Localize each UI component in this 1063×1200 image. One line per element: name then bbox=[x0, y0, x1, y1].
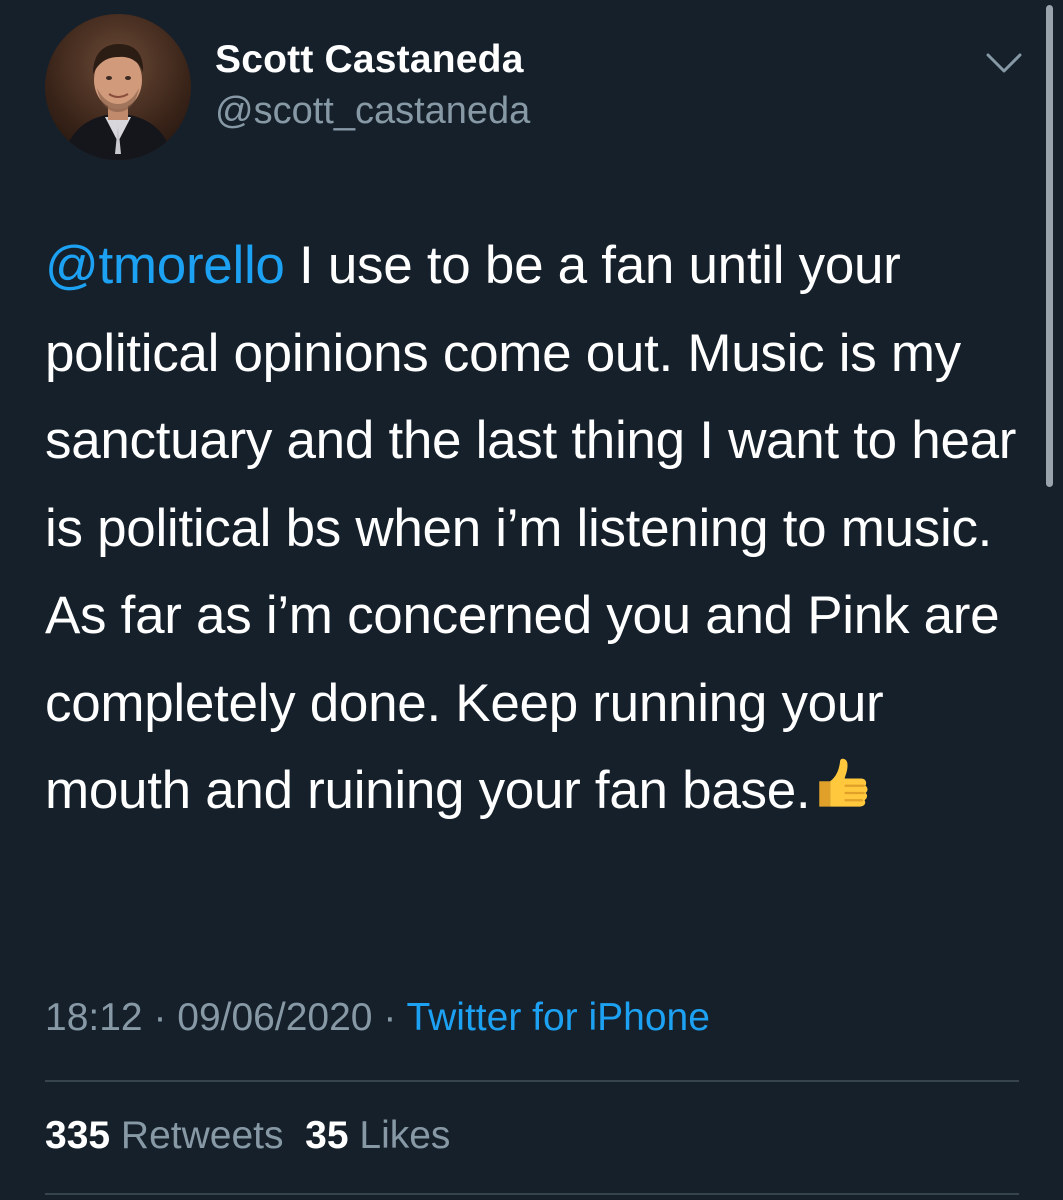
meta-separator: · bbox=[142, 996, 178, 1039]
likes-stat[interactable]: 35 Likes bbox=[305, 1114, 450, 1157]
tweet-source-link[interactable]: Twitter for iPhone bbox=[406, 996, 709, 1039]
tweet-body: I use to be a fan until your political o… bbox=[45, 236, 1017, 820]
tweet-stats: 335 Retweets 35 Likes bbox=[45, 1114, 450, 1158]
scrollbar[interactable] bbox=[1046, 5, 1053, 487]
tweet-time: 18:12 bbox=[45, 996, 143, 1039]
tweet-detail: Scott Castaneda @scott_castaneda @tmorel… bbox=[0, 0, 1063, 1200]
divider bbox=[45, 1080, 1019, 1082]
tweet-text: @tmorello I use to be a fan until your p… bbox=[45, 222, 1020, 835]
thumbs-up-icon bbox=[812, 754, 870, 812]
meta-separator: · bbox=[372, 996, 407, 1039]
tweet-date: 09/06/2020 bbox=[177, 996, 373, 1039]
mention-link[interactable]: @tmorello bbox=[45, 236, 285, 295]
likes-label: Likes bbox=[348, 1114, 451, 1157]
display-name[interactable]: Scott Castaneda bbox=[215, 38, 524, 82]
likes-count: 35 bbox=[305, 1114, 349, 1157]
divider bbox=[45, 1193, 1019, 1195]
tweet-meta: 18:12 · 09/06/2020 · Twitter for iPhone bbox=[45, 996, 710, 1040]
retweets-count: 335 bbox=[45, 1114, 111, 1157]
avatar-photo bbox=[45, 14, 191, 160]
more-options-button[interactable] bbox=[984, 50, 1024, 76]
retweets-stat[interactable]: 335 Retweets bbox=[45, 1114, 283, 1157]
chevron-down-icon bbox=[986, 53, 1022, 73]
avatar[interactable] bbox=[45, 14, 191, 160]
retweets-label: Retweets bbox=[110, 1114, 284, 1157]
user-handle[interactable]: @scott_castaneda bbox=[215, 90, 530, 133]
